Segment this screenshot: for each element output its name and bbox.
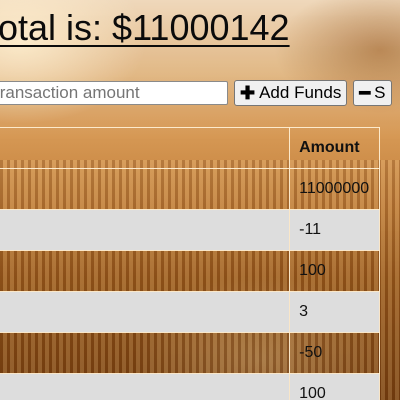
add-funds-button[interactable]: ✚ Add Funds <box>234 80 348 106</box>
row-description <box>0 209 291 251</box>
table-row: 3 <box>0 291 380 333</box>
row-description <box>0 373 291 400</box>
row-amount: 100 <box>289 373 380 400</box>
subtract-funds-button[interactable]: ━ S <box>353 80 392 106</box>
table-row: -11 <box>0 209 380 251</box>
row-amount: 3 <box>289 291 380 333</box>
table-row: 11000000 <box>0 168 380 210</box>
row-description <box>0 168 291 210</box>
row-description <box>0 332 291 374</box>
column-header-amount: Amount <box>289 127 380 169</box>
row-description <box>0 291 291 333</box>
table-row: 100 <box>0 373 380 400</box>
row-description <box>0 250 291 292</box>
table-header-row: Amount <box>0 127 380 169</box>
row-amount: -11 <box>289 209 380 251</box>
add-funds-label: Add Funds <box>259 83 342 102</box>
row-amount: 100 <box>289 250 380 292</box>
row-amount: -50 <box>289 332 380 374</box>
row-amount: 11000000 <box>289 168 380 210</box>
subtract-funds-label: S <box>374 83 386 102</box>
transactions-table: Amount 11000000 -11 100 3 -50 100 <box>0 127 380 400</box>
transaction-entry-row: ✚ Add Funds ━ S <box>0 80 392 106</box>
table-row: 100 <box>0 250 380 292</box>
total-heading: total is: $11000142 <box>0 7 290 48</box>
transaction-amount-input[interactable] <box>0 81 228 105</box>
minus-icon: ━ <box>359 82 371 103</box>
table-row: -50 <box>0 332 380 374</box>
column-header-description <box>0 127 291 169</box>
plus-icon: ✚ <box>240 82 256 103</box>
